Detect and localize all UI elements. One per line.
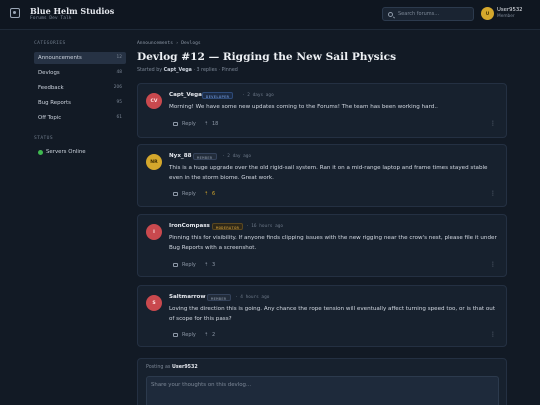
- sidebar-item-count: 61: [116, 115, 122, 120]
- posting-as-label: Posting as: [146, 365, 171, 370]
- post-time: · 16 hours ago: [246, 223, 284, 229]
- post-card: NR Nyx_88 MEMBER · 2 day ago This is a h…: [137, 144, 507, 207]
- sidebar-item-announcements[interactable]: Announcements 12: [34, 52, 126, 64]
- user-name[interactable]: User9532: [497, 7, 523, 13]
- sidebar-item-devlogs[interactable]: Devlogs 48: [34, 67, 126, 79]
- breadcrumb[interactable]: Announcements › Devlogs: [137, 41, 201, 46]
- search-icon: [388, 11, 393, 17]
- reply-icon[interactable]: [173, 333, 178, 337]
- user-avatar[interactable]: U: [481, 7, 494, 20]
- categories-heading: CATEGORIES: [34, 41, 66, 46]
- sidebar-item-off-topic[interactable]: Off Topic 61: [34, 112, 126, 124]
- meta-author[interactable]: Capt_Vega: [164, 68, 192, 73]
- helm-logo-icon[interactable]: [10, 8, 20, 18]
- more-icon[interactable]: ⋮: [490, 120, 496, 127]
- post-author[interactable]: Capt_Vega: [169, 92, 202, 98]
- avatar[interactable]: S: [146, 295, 162, 311]
- reply-icon[interactable]: [173, 263, 178, 267]
- sidebar-item-count: 12: [116, 55, 122, 60]
- role-badge: MODERATOR: [212, 222, 244, 230]
- post-body: Loving the direction this is going. Any …: [169, 306, 496, 322]
- post-time: · 2 days ago: [242, 92, 274, 98]
- posting-as-user: User9532: [171, 365, 198, 370]
- status-dot-icon: [38, 150, 43, 155]
- meta-prefix: Started by: [137, 67, 163, 73]
- sidebar-item-count: 95: [116, 100, 122, 105]
- user-role: Member: [497, 14, 515, 19]
- more-icon[interactable]: ⋮: [490, 331, 496, 338]
- page-title: Devlog #12 — Rigging the New Sail Physic…: [137, 51, 397, 63]
- sidebar-item-bug-reports[interactable]: Bug Reports 95: [34, 97, 126, 109]
- sidebar-item-label: Devlogs: [38, 69, 60, 76]
- sidebar-item-count: 206: [113, 85, 122, 90]
- upvote-icon[interactable]: ⇡: [204, 332, 208, 338]
- reply-icon[interactable]: [173, 122, 178, 126]
- search-input[interactable]: Search forums...: [382, 7, 474, 21]
- upvote-count: 18: [212, 121, 219, 127]
- role-badge: MEMBER: [193, 152, 217, 160]
- upvote-icon[interactable]: ⇡: [204, 121, 208, 127]
- sidebar-item-label: Bug Reports: [38, 99, 71, 106]
- sidebar-item-feedback[interactable]: Feedback 206: [34, 82, 126, 94]
- reply-button[interactable]: Reply: [182, 332, 196, 338]
- reply-button[interactable]: Reply: [182, 121, 196, 127]
- sidebar-item-label: Announcements: [38, 54, 82, 61]
- sidebar-item-label: Off Topic: [38, 114, 62, 121]
- status-text: Servers Online: [46, 148, 86, 155]
- avatar[interactable]: I: [146, 224, 162, 240]
- post-time: · 2 day ago: [222, 153, 252, 159]
- more-icon[interactable]: ⋮: [490, 261, 496, 268]
- meta-rest: · 3 replies · Pinned: [193, 67, 238, 73]
- sidebar-item-count: 48: [116, 70, 122, 75]
- upvote-icon[interactable]: ⇡: [204, 262, 208, 268]
- avatar[interactable]: NR: [146, 154, 162, 170]
- avatar[interactable]: CV: [146, 93, 162, 109]
- brand-tagline: Forums Dev Talk: [30, 16, 72, 21]
- brand-title[interactable]: Blue Helm Studios: [30, 6, 114, 16]
- reply-button[interactable]: Reply: [182, 262, 196, 268]
- post-body: Pinning this for visibility. If anyone f…: [169, 235, 497, 251]
- post-body: This is a huge upgrade over the old rigi…: [169, 165, 488, 181]
- upvote-count: 3: [212, 262, 216, 268]
- post-card: I IronCompass MODERATOR · 16 hours ago P…: [137, 214, 507, 277]
- reply-textarea[interactable]: Share your thoughts on this devlog...: [146, 376, 499, 405]
- post-time: · 4 hours ago: [235, 294, 270, 300]
- post-author[interactable]: IronCompass: [169, 223, 210, 229]
- more-icon[interactable]: ⋮: [490, 190, 496, 197]
- reply-button[interactable]: Reply: [182, 191, 196, 197]
- post-author[interactable]: Nyx_88: [169, 153, 192, 159]
- role-badge: MEMBER: [207, 293, 231, 301]
- post-body: Morning! We have some new updates coming…: [169, 104, 438, 110]
- reply-placeholder: Share your thoughts on this devlog...: [151, 382, 252, 388]
- post-card: CV Capt_Vega DEVELOPER · 2 days ago Morn…: [137, 83, 507, 138]
- role-badge: DEVELOPER: [202, 91, 234, 99]
- post-card: S Saltmarrow MEMBER · 4 hours ago Loving…: [137, 285, 507, 347]
- sidebar-item-label: Feedback: [38, 84, 64, 91]
- top-bar: Blue Helm Studios Forums Dev Talk Search…: [0, 0, 540, 30]
- thread-meta: Started by Capt_Vega · 3 replies · Pinne…: [137, 68, 238, 73]
- post-author[interactable]: Saltmarrow: [169, 294, 206, 300]
- upvote-icon[interactable]: ⇡: [204, 191, 208, 197]
- upvote-count: 6: [212, 191, 216, 197]
- status-heading: STATUS: [34, 136, 53, 141]
- search-placeholder: Search forums...: [398, 11, 440, 17]
- reply-composer: Posting as User9532 Share your thoughts …: [137, 358, 507, 405]
- posting-as: Posting as User9532: [146, 365, 198, 370]
- reply-icon[interactable]: [173, 192, 178, 196]
- upvote-count: 2: [212, 332, 216, 338]
